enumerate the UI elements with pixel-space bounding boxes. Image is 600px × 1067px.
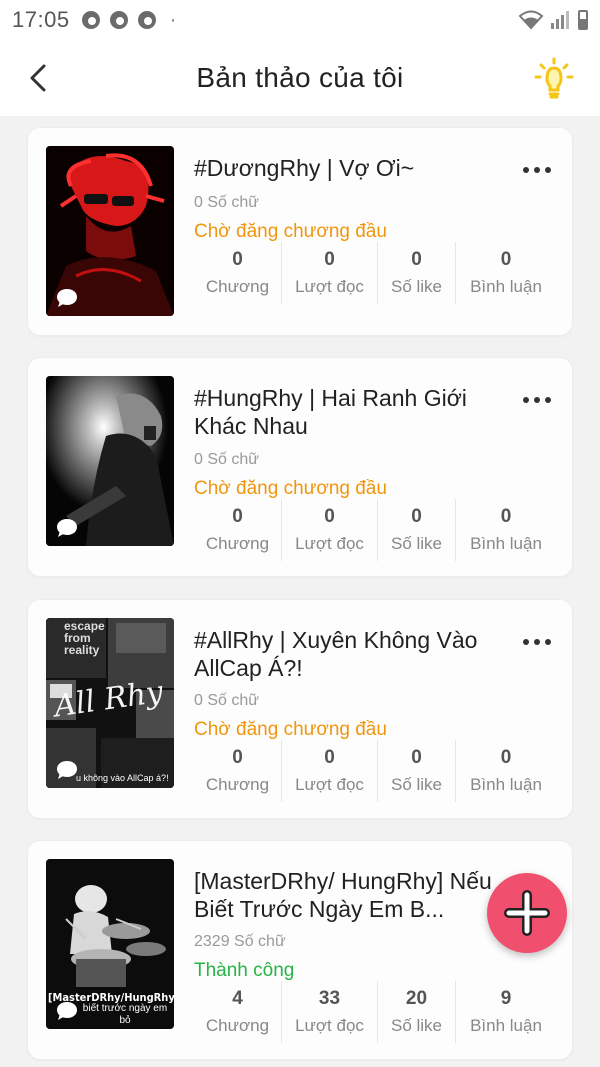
stat-value: 0: [411, 747, 422, 768]
story-card[interactable]: [MasterDRhy/HungRhy] biết trước ngày em …: [28, 841, 572, 1059]
chat-bubble-icon: [57, 289, 77, 307]
word-count: 0 Số chữ: [194, 194, 259, 211]
stat-reads: 0 Lượt đọc: [282, 499, 378, 561]
stat-likes: 0 Số like: [378, 740, 456, 802]
lightbulb-icon[interactable]: [532, 56, 576, 100]
app-header: Bản thảo của tôi: [0, 40, 600, 116]
wifi-icon: [518, 10, 544, 30]
back-button[interactable]: [22, 58, 62, 98]
stat-value: 0: [500, 747, 512, 768]
stat-chapters: 0 Chương: [194, 499, 282, 561]
stat-value: 0: [232, 249, 243, 270]
story-status: Chờ đăng chương đầu: [194, 719, 387, 740]
stat-label: Lượt đọc: [295, 1016, 364, 1035]
stat-label: Lượt đọc: [295, 277, 364, 296]
stat-value: 0: [324, 249, 335, 270]
chrome-notification-icon: [109, 11, 128, 29]
stat-label: Số like: [390, 1016, 443, 1035]
stat-label: Chương: [205, 1016, 270, 1035]
stat-reads: 33 Lượt đọc: [282, 981, 378, 1043]
stat-value: 0: [500, 506, 512, 527]
stat-label: Bình luận: [470, 534, 542, 553]
stat-comments: 0 Bình luận: [456, 242, 556, 304]
notification-icons: [81, 11, 156, 29]
story-cover-image[interactable]: [46, 146, 174, 316]
more-options-icon[interactable]: [522, 634, 552, 650]
stat-comments: 9 Bình luận: [456, 981, 556, 1043]
story-cover-image[interactable]: escape from reality All Rhy u không vào …: [46, 618, 174, 788]
cover-caption: u không vào AllCap á?!: [76, 773, 169, 783]
stat-value: 0: [411, 506, 422, 527]
story-status: Thành công: [194, 960, 295, 981]
stat-chapters: 0 Chương: [194, 242, 282, 304]
story-title[interactable]: #DươngRhy | Vợ Ơi~: [194, 154, 494, 182]
stat-comments: 0 Bình luận: [456, 499, 556, 561]
battery-icon: [578, 10, 588, 30]
stat-label: Bình luận: [470, 277, 542, 296]
more-notifications-dot: ·: [169, 8, 177, 31]
stat-value: 20: [405, 988, 428, 1009]
more-options-icon[interactable]: [522, 392, 552, 408]
story-title[interactable]: #HungRhy | Hai Ranh Giới Khác Nhau: [194, 384, 494, 440]
stat-label: Lượt đọc: [295, 775, 364, 794]
signal-icon: [551, 11, 569, 29]
story-stats: 0 Chương 0 Lượt đọc 0 Số like 0 Bình luậ…: [194, 242, 556, 304]
story-stats: 0 Chương 0 Lượt đọc 0 Số like 0 Bình luậ…: [194, 499, 556, 561]
stat-label: Bình luận: [470, 1016, 542, 1035]
chat-bubble-icon: [57, 761, 77, 779]
stat-value: 4: [232, 988, 243, 1009]
cover-caption: biết trước ngày em bỏ: [82, 1003, 168, 1026]
stat-value: 0: [411, 249, 422, 270]
status-bar: 17:05 ·: [0, 0, 600, 40]
story-stats: 4 Chương 33 Lượt đọc 20 Số like 9 Bình l…: [194, 981, 556, 1043]
word-count: 0 Số chữ: [194, 451, 259, 468]
chat-bubble-icon: [57, 1002, 77, 1020]
stat-label: Lượt đọc: [295, 534, 364, 553]
chrome-notification-icon: [137, 11, 156, 29]
word-count: 2329 Số chữ: [194, 933, 286, 950]
word-count: 0 Số chữ: [194, 692, 259, 709]
stat-value: 0: [232, 506, 243, 527]
stat-reads: 0 Lượt đọc: [282, 242, 378, 304]
story-title[interactable]: #AllRhy | Xuyên Không Vào AllCap Á?!: [194, 626, 494, 682]
stat-value: 9: [500, 988, 512, 1009]
status-time: 17:05: [12, 7, 70, 32]
story-cover-image[interactable]: [MasterDRhy/HungRhy] biết trước ngày em …: [46, 859, 174, 1029]
stat-label: Số like: [390, 775, 443, 794]
stat-value: 0: [324, 506, 335, 527]
stat-label: Chương: [205, 277, 270, 296]
cover-text: escape from reality: [64, 619, 105, 657]
story-status: Chờ đăng chương đầu: [194, 221, 387, 242]
stat-value: 0: [324, 747, 335, 768]
story-card[interactable]: #DươngRhy | Vợ Ơi~ 0 Số chữ Chờ đăng chư…: [28, 128, 572, 335]
stat-likes: 20 Số like: [378, 981, 456, 1043]
story-status: Chờ đăng chương đầu: [194, 478, 387, 499]
stat-chapters: 4 Chương: [194, 981, 282, 1043]
chat-bubble-icon: [57, 519, 77, 537]
stat-label: Bình luận: [470, 775, 542, 794]
stat-label: Chương: [205, 534, 270, 553]
page-title: Bản thảo của tôi: [196, 62, 404, 93]
stat-label: Số like: [390, 277, 443, 296]
story-cover-image[interactable]: [46, 376, 174, 546]
add-story-button[interactable]: [487, 873, 567, 953]
more-options-icon[interactable]: [522, 162, 552, 178]
stat-label: Số like: [390, 534, 443, 553]
stat-likes: 0 Số like: [378, 242, 456, 304]
stat-comments: 0 Bình luận: [456, 740, 556, 802]
stat-reads: 0 Lượt đọc: [282, 740, 378, 802]
story-stats: 0 Chương 0 Lượt đọc 0 Số like 0 Bình luậ…: [194, 740, 556, 802]
plus-icon: [504, 890, 550, 936]
stat-value: 0: [232, 747, 243, 768]
story-title[interactable]: [MasterDRhy/ HungRhy] Nếu Biết Trước Ngà…: [194, 867, 494, 923]
story-card[interactable]: #HungRhy | Hai Ranh Giới Khác Nhau 0 Số …: [28, 358, 572, 576]
story-card[interactable]: escape from reality All Rhy u không vào …: [28, 600, 572, 818]
stat-chapters: 0 Chương: [194, 740, 282, 802]
stat-value: 0: [500, 249, 512, 270]
chrome-notification-icon: [81, 11, 100, 29]
stat-label: Chương: [205, 775, 270, 794]
stat-likes: 0 Số like: [378, 499, 456, 561]
stat-value: 33: [318, 988, 341, 1009]
